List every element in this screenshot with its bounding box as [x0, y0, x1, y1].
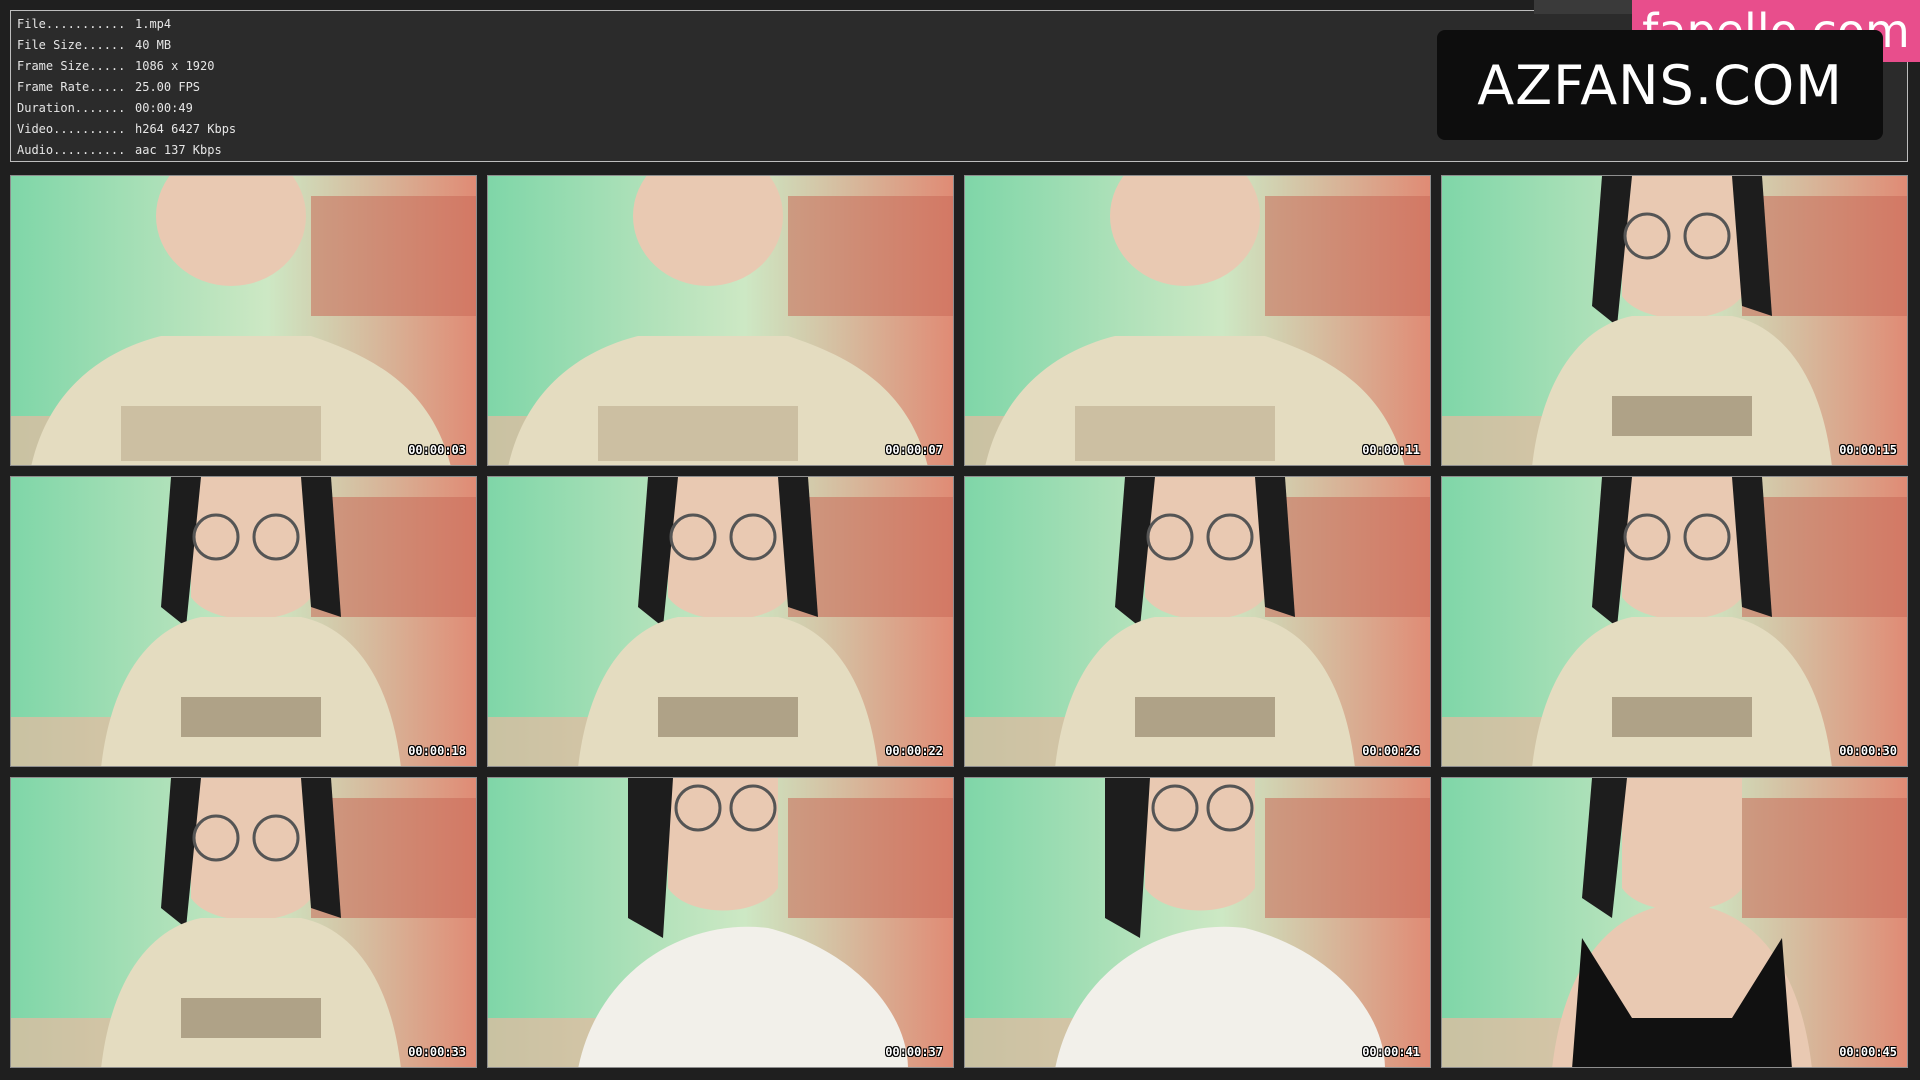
watermark-text: AZFANS.COM	[1477, 53, 1843, 117]
video-frame	[11, 176, 476, 465]
video-frame	[965, 477, 1430, 766]
file-info-row: Frame Rate..... 25.00 FPS	[17, 77, 236, 98]
thumbnail-timestamp: 00:00:45	[1839, 1045, 1897, 1059]
thumbnail-timestamp: 00:00:41	[1362, 1045, 1420, 1059]
thumbnail-timestamp: 00:00:26	[1362, 744, 1420, 758]
video-thumbnail[interactable]: 00:00:37	[487, 777, 954, 1068]
logo-shade	[1534, 0, 1632, 14]
video-frame	[11, 778, 476, 1067]
file-info-label: File...........	[17, 17, 126, 31]
thumbnail-timestamp: 00:00:18	[408, 744, 466, 758]
video-frame	[1442, 477, 1907, 766]
file-info-row: Audio.......... aac 137 Kbps	[17, 140, 236, 161]
video-thumbnail[interactable]: 00:00:22	[487, 476, 954, 767]
file-info-value: 00:00:49	[135, 101, 193, 115]
thumbnail-timestamp: 00:00:37	[885, 1045, 943, 1059]
video-frame	[488, 477, 953, 766]
video-frame	[965, 176, 1430, 465]
file-info-row: File Size...... 40 MB	[17, 35, 236, 56]
file-info-label: File Size......	[17, 38, 126, 52]
video-frame	[488, 778, 953, 1067]
video-frame	[1442, 778, 1907, 1067]
file-info-label: Frame Rate.....	[17, 80, 126, 94]
video-thumbnail[interactable]: 00:00:45	[1441, 777, 1908, 1068]
watermark-box: AZFANS.COM	[1437, 30, 1883, 140]
file-info-value: 1.mp4	[135, 17, 172, 31]
file-info-label: Video..........	[17, 122, 126, 136]
file-info-value: 40 MB	[135, 38, 172, 52]
file-info-value: h264 6427 Kbps	[135, 122, 237, 136]
file-info-value: aac 137 Kbps	[135, 143, 222, 157]
video-thumbnail[interactable]: 00:00:15	[1441, 175, 1908, 466]
file-info-label: Duration.......	[17, 101, 126, 115]
file-info-label: Audio..........	[17, 143, 126, 157]
file-info-row: Frame Size..... 1086 x 1920	[17, 56, 236, 77]
video-thumbnail[interactable]: 00:00:41	[964, 777, 1431, 1068]
file-info-row: Video.......... h264 6427 Kbps	[17, 119, 236, 140]
thumbnail-timestamp: 00:00:33	[408, 1045, 466, 1059]
video-frame	[11, 477, 476, 766]
file-info-row: Duration....... 00:00:49	[17, 98, 236, 119]
video-frame	[488, 176, 953, 465]
video-thumbnail[interactable]: 00:00:03	[10, 175, 477, 466]
thumbnail-timestamp: 00:00:22	[885, 744, 943, 758]
video-thumbnail[interactable]: 00:00:07	[487, 175, 954, 466]
thumbnail-timestamp: 00:00:30	[1839, 744, 1897, 758]
file-info-table: File........... 1.mp4 File Size...... 40 MB…	[17, 14, 236, 161]
thumbnail-timestamp: 00:00:03	[408, 443, 466, 457]
video-thumbnail[interactable]: 00:00:11	[964, 175, 1431, 466]
file-info-row: File........... 1.mp4	[17, 14, 236, 35]
thumbnail-timestamp: 00:00:15	[1839, 443, 1897, 457]
thumbnail-timestamp: 00:00:11	[1362, 443, 1420, 457]
video-thumbnail[interactable]: 00:00:26	[964, 476, 1431, 767]
thumbnail-grid: 00:00:03 00:00:07 00:00:11 00:00:15 00:00:18…	[10, 175, 1910, 1070]
thumbnail-timestamp: 00:00:07	[885, 443, 943, 457]
video-frame	[965, 778, 1430, 1067]
video-thumbnail[interactable]: 00:00:33	[10, 777, 477, 1068]
video-frame	[1442, 176, 1907, 465]
file-info-label: Frame Size.....	[17, 59, 126, 73]
video-thumbnail[interactable]: 00:00:30	[1441, 476, 1908, 767]
file-info-value: 1086 x 1920	[135, 59, 215, 73]
file-info-value: 25.00 FPS	[135, 80, 201, 94]
video-thumbnail[interactable]: 00:00:18	[10, 476, 477, 767]
